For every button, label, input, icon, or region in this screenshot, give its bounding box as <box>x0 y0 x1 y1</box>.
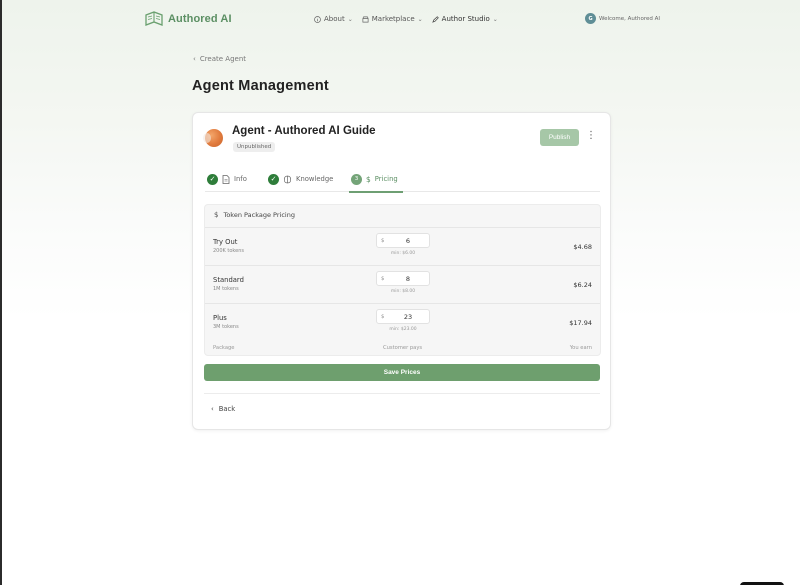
info-circle-icon <box>314 15 321 23</box>
nav-label-about: About <box>324 15 345 23</box>
window-edge <box>0 0 2 585</box>
pricing-row-try-out: Try Out 200K tokens $ min: $6.00 $4.68 <box>205 227 600 265</box>
top-nav: Authored AI About ⌄ Marketplace ⌄ Author… <box>0 0 800 40</box>
chevron-down-icon: ⌄ <box>417 15 423 23</box>
pricing-section: $ Token Package Pricing Try Out 200K tok… <box>204 204 601 356</box>
agent-card: Agent - Authored AI Guide Unpublished Pu… <box>192 112 611 430</box>
currency-symbol: $ <box>381 238 385 244</box>
back-label: Back <box>218 405 236 413</box>
price-input[interactable] <box>389 312 427 322</box>
page-title: Agent Management <box>192 78 329 94</box>
package-name: Try Out <box>213 238 238 246</box>
package-tokens: 1M tokens <box>213 286 239 292</box>
publish-button[interactable]: Publish <box>540 129 579 146</box>
currency-symbol: $ <box>381 314 385 320</box>
min-price-hint: min: $8.00 <box>390 289 416 294</box>
column-label-earn: You earn <box>569 345 592 351</box>
nav-item-about[interactable]: About ⌄ <box>314 15 353 23</box>
save-prices-button[interactable]: Save Prices <box>204 364 600 381</box>
price-field[interactable]: $ <box>376 271 430 286</box>
chevron-left-icon: ‹ <box>193 55 196 63</box>
brand-name: Authored AI <box>168 13 232 25</box>
divider <box>204 393 600 394</box>
welcome-text: Welcome, Authored AI <box>599 15 661 22</box>
tab-label: Info <box>234 175 247 183</box>
column-label-customer: Customer pays <box>383 345 423 351</box>
pricing-row-plus: Plus 3M tokens $ min: $23.00 $17.94 <box>205 303 600 341</box>
package-tokens: 3M tokens <box>213 324 239 330</box>
dollar-icon: $ <box>214 211 219 219</box>
earnings-value: $6.24 <box>573 281 592 289</box>
step-tabs: ✓ Info ✓ Knowledge 3 $ Pricing <box>205 166 600 193</box>
min-price-hint: min: $6.00 <box>390 251 416 256</box>
step-number: 3 <box>351 173 362 185</box>
breadcrumb-label: Create Agent <box>199 55 247 63</box>
nav-menu: About ⌄ Marketplace ⌄ Author Studio ⌄ <box>314 15 498 23</box>
chevron-down-icon: ⌄ <box>347 15 353 23</box>
back-button[interactable]: ‹ Back <box>211 405 235 413</box>
check-circle-icon: ✓ <box>207 173 218 185</box>
chevron-down-icon: ⌄ <box>492 15 498 23</box>
active-tab-indicator <box>349 191 403 193</box>
price-field[interactable]: $ <box>376 233 430 248</box>
currency-symbol: $ <box>381 276 385 282</box>
pricing-heading-text: Token Package Pricing <box>223 211 295 219</box>
brand-logo[interactable]: Authored AI <box>145 11 232 27</box>
package-name: Plus <box>213 314 227 322</box>
agent-name: Agent - Authored AI Guide <box>232 125 376 137</box>
store-icon <box>362 16 369 22</box>
min-price-hint: min: $23.00 <box>389 327 417 332</box>
price-input[interactable] <box>389 274 427 284</box>
tab-label: Pricing <box>374 175 398 183</box>
dollar-icon: $ <box>366 174 371 184</box>
pricing-row-standard: Standard 1M tokens $ min: $8.00 $6.24 <box>205 265 600 303</box>
status-badge: Unpublished <box>233 142 276 152</box>
package-name: Standard <box>213 276 244 284</box>
more-options-icon[interactable]: ⋮ <box>586 131 596 141</box>
agent-avatar <box>203 129 223 147</box>
nav-item-marketplace[interactable]: Marketplace ⌄ <box>362 15 423 23</box>
earnings-value: $17.94 <box>569 319 592 327</box>
price-field[interactable]: $ <box>376 309 430 324</box>
avatar: G <box>585 13 596 24</box>
nav-label-marketplace: Marketplace <box>371 15 415 23</box>
earnings-value: $4.68 <box>573 243 592 251</box>
user-menu[interactable]: G Welcome, Authored AI <box>585 13 660 24</box>
column-label-package: Package <box>213 345 235 351</box>
breadcrumb[interactable]: ‹ Create Agent <box>193 55 246 63</box>
tab-label: Knowledge <box>296 175 334 183</box>
pricing-heading: $ Token Package Pricing <box>214 211 295 219</box>
nav-item-author-studio[interactable]: Author Studio ⌄ <box>431 15 498 23</box>
document-icon <box>222 174 230 184</box>
book-logo-icon <box>145 11 163 26</box>
check-circle-icon: ✓ <box>268 173 279 185</box>
tab-pricing[interactable]: 3 $ Pricing <box>351 171 398 187</box>
price-input[interactable] <box>389 236 427 246</box>
chevron-left-icon: ‹ <box>211 405 214 413</box>
pen-tool-icon <box>431 15 439 23</box>
tab-knowledge[interactable]: ✓ Knowledge <box>268 171 333 187</box>
package-tokens: 200K tokens <box>213 248 244 254</box>
brain-icon <box>283 175 292 183</box>
tab-info[interactable]: ✓ Info <box>207 171 247 187</box>
nav-label-author-studio: Author Studio <box>441 15 490 23</box>
